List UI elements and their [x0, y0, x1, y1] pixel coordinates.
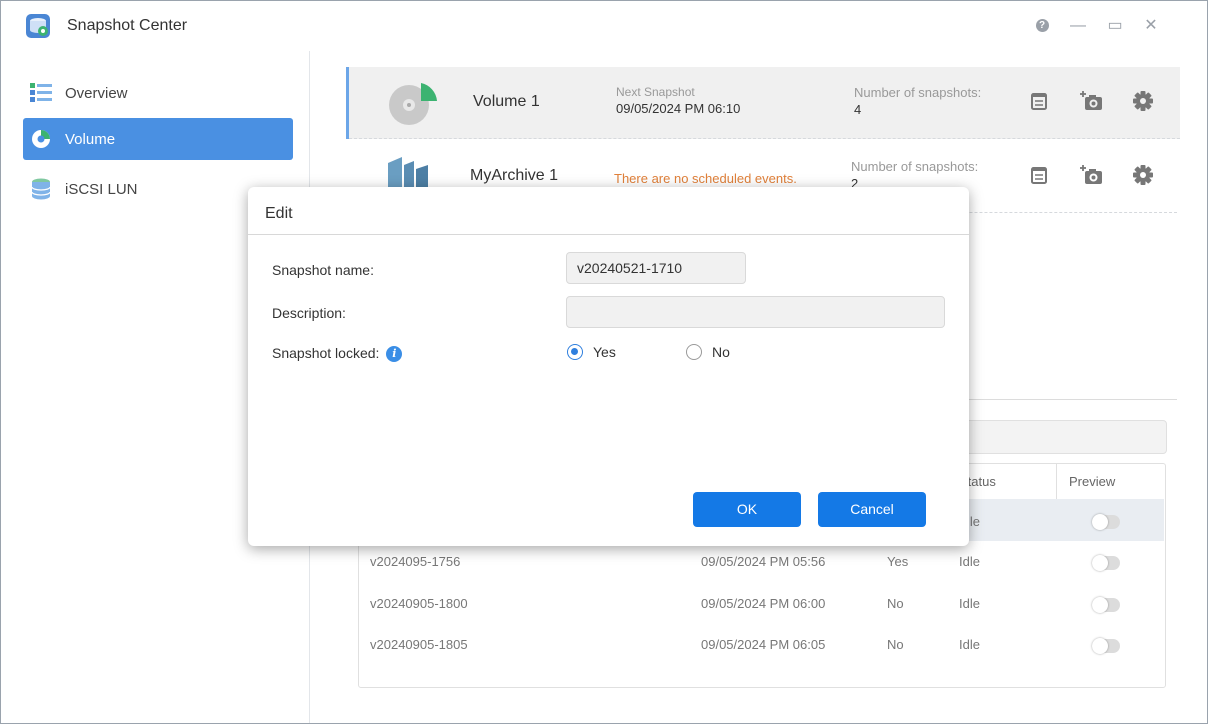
cancel-button[interactable]: Cancel: [818, 492, 926, 527]
search-input[interactable]: [956, 420, 1167, 454]
volume-icon: [29, 127, 53, 151]
volume-name: MyArchive 1: [470, 167, 559, 184]
snapshot-count-label: Number of snapshots:: [851, 159, 979, 174]
preview-toggle[interactable]: [1092, 514, 1120, 530]
ok-button[interactable]: OK: [693, 492, 801, 527]
volume-row[interactable]: Volume 1 Next Snapshot 09/05/2024 PM 06:…: [346, 67, 1180, 139]
row-divider: [349, 138, 1180, 139]
snapshot-name-cell: v2024095-1756: [370, 554, 461, 569]
volume-name: Volume 1: [473, 93, 540, 110]
sidebar-item-overview[interactable]: Overview: [23, 72, 293, 114]
database-icon: [29, 177, 53, 201]
snapshot-name-cell: v20240905-1800: [370, 596, 468, 611]
maximize-button[interactable]: ▭: [1104, 15, 1126, 37]
snapshot-time-cell: 09/05/2024 PM 06:00: [701, 596, 826, 611]
radio-unchecked-icon: [686, 344, 702, 360]
help-button[interactable]: ?: [1031, 15, 1053, 37]
snapshot-time-cell: 09/05/2024 PM 06:05: [701, 637, 826, 652]
take-snapshot-icon[interactable]: [1077, 87, 1105, 115]
snapshot-time-cell: 09/05/2024 PM 05:56: [701, 554, 826, 569]
schedule-icon[interactable]: [1025, 87, 1053, 115]
volume-disk-icon: [389, 83, 437, 125]
minimize-button[interactable]: —: [1067, 15, 1089, 37]
sidebar-item-volume[interactable]: Volume: [23, 118, 293, 160]
radio-label: No: [712, 344, 730, 360]
sidebar-item-label: Volume: [65, 130, 116, 148]
status-cell: Idle: [959, 596, 980, 611]
locked-cell: No: [887, 596, 904, 611]
app-title: Snapshot Center: [67, 17, 188, 34]
snapshot-count-value: 4: [854, 102, 862, 117]
column-separator: [1056, 463, 1057, 499]
radio-label: Yes: [593, 344, 616, 360]
close-button[interactable]: ✕: [1140, 15, 1162, 37]
radio-checked-icon: [567, 344, 583, 360]
sidebar-item-label: iSCSI LUN: [65, 180, 138, 198]
preview-toggle[interactable]: [1092, 555, 1120, 571]
snapshot-name-input[interactable]: [566, 252, 746, 284]
next-snapshot-label: Next Snapshot: [616, 85, 695, 99]
snapshot-locked-label-row: Snapshot locked: i: [272, 345, 403, 363]
schedule-icon[interactable]: [1025, 161, 1053, 189]
next-snapshot-value: 09/05/2024 PM 06:10: [616, 101, 741, 116]
snapshot-center-window: Snapshot Center ? — ▭ ✕ Overview Volume …: [0, 0, 1208, 724]
status-cell: Idle: [959, 637, 980, 652]
settings-icon[interactable]: [1129, 87, 1157, 115]
settings-icon[interactable]: [1129, 161, 1157, 189]
locked-yes-radio[interactable]: Yes: [567, 344, 616, 360]
sidebar-item-label: Overview: [65, 84, 128, 102]
locked-cell: Yes: [887, 554, 909, 569]
preview-toggle[interactable]: [1092, 597, 1120, 613]
locked-no-radio[interactable]: No: [686, 344, 730, 360]
column-header-preview: Preview: [1069, 474, 1116, 489]
dialog-divider: [248, 234, 969, 235]
schedule-note: There are no scheduled events.: [614, 171, 797, 186]
snapshot-count-label: Number of snapshots:: [854, 85, 982, 100]
snapshot-locked-label: Snapshot locked:: [272, 345, 380, 361]
description-label: Description:: [272, 305, 346, 321]
edit-dialog: Edit Snapshot name: Description: Snapsho…: [248, 187, 969, 546]
dialog-title: Edit: [265, 205, 293, 222]
title-bar: Snapshot Center ? — ▭ ✕: [1, 1, 1207, 51]
take-snapshot-icon[interactable]: [1077, 161, 1105, 189]
snapshot-name-label: Snapshot name:: [272, 262, 374, 278]
description-input[interactable]: [566, 296, 945, 328]
locked-cell: No: [887, 637, 904, 652]
overview-icon: [29, 81, 53, 105]
preview-toggle[interactable]: [1092, 638, 1120, 654]
snapshot-name-cell: v20240905-1805: [370, 637, 468, 652]
info-icon[interactable]: i: [386, 346, 403, 363]
help-icon: ?: [1035, 19, 1049, 33]
snapshot-center-icon: [26, 14, 50, 38]
status-cell: Idle: [959, 554, 980, 569]
